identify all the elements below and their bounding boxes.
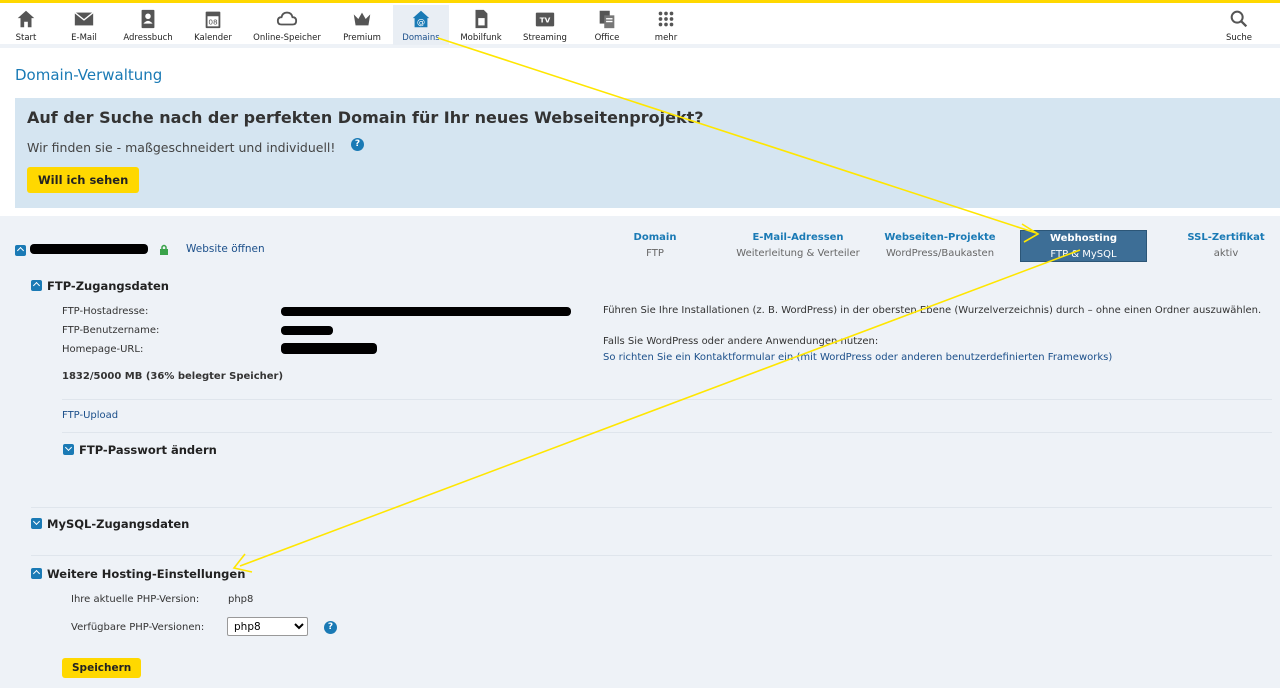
tab-webhosting[interactable]: Webhosting FTP & MySQL (1020, 230, 1147, 262)
tab-domain[interactable]: Domain FTP (615, 230, 695, 262)
calendar-icon: 08 (190, 8, 236, 32)
mail-icon (64, 8, 104, 32)
lock-icon (160, 244, 168, 255)
collapse-toggle-icon[interactable] (31, 280, 42, 291)
mysql-section-heading[interactable]: MySQL-Zugangsdaten (31, 517, 189, 531)
php-current-value: php8 (228, 594, 254, 605)
collapse-toggle-icon[interactable] (15, 245, 26, 256)
ftp-user-label: FTP-Benutzername: (62, 325, 160, 336)
nav-search[interactable]: Suche (1220, 5, 1258, 45)
domain-icon: @ (393, 8, 449, 32)
promo-subtext: Wir finden sie - maßgeschneidert und ind… (27, 140, 336, 155)
storage-usage: 1832/5000 MB (36% belegter Speicher) (62, 371, 284, 382)
promo-heading: Auf der Suche nach der perfekten Domain … (27, 108, 704, 127)
redacted-homepage-url (281, 343, 377, 354)
promo-button[interactable]: Will ich sehen (27, 167, 140, 193)
open-website-link[interactable]: Website öffnen (186, 243, 265, 255)
expand-toggle-icon[interactable] (31, 518, 42, 529)
ftp-info-text: Führen Sie Ihre Installationen (z. B. Wo… (603, 305, 1262, 316)
office-icon (588, 8, 626, 32)
simcard-icon (456, 8, 506, 32)
tab-website-projects[interactable]: Webseiten-Projekte WordPress/Baukasten (878, 230, 1002, 262)
help-icon[interactable]: ? (324, 621, 337, 634)
php-version-select[interactable]: php8 (227, 617, 308, 636)
nav-item-calendar[interactable]: 08 Kalender (190, 5, 236, 45)
nav-item-addressbook[interactable]: Adressbuch (120, 5, 176, 45)
redacted-ftp-user (281, 326, 333, 335)
nav-item-office[interactable]: Office (588, 5, 626, 45)
nav-item-mobile[interactable]: Mobilfunk (456, 5, 506, 45)
divider (31, 555, 1272, 556)
homepage-url-label: Homepage-URL: (62, 344, 144, 355)
ftp-info-text-2: Falls Sie WordPress oder andere Anwendun… (603, 336, 879, 347)
nav-item-more[interactable]: mehr (646, 5, 686, 45)
svg-text:08: 08 (208, 18, 218, 27)
search-icon (1220, 8, 1258, 32)
crown-icon (338, 8, 386, 32)
nav-item-streaming[interactable]: TV Streaming (518, 5, 572, 45)
svg-text:TV: TV (540, 16, 551, 25)
nav-item-email[interactable]: E-Mail (64, 5, 104, 45)
divider (31, 507, 1272, 508)
redacted-domain-name (30, 244, 148, 254)
grid-icon (646, 8, 686, 32)
cloud-icon (250, 8, 324, 32)
nav-item-cloud-storage[interactable]: Online-Speicher (250, 5, 324, 45)
tab-email-addresses[interactable]: E-Mail-Adressen Weiterleitung & Verteile… (732, 230, 864, 262)
svg-text:@: @ (417, 17, 425, 27)
help-icon[interactable]: ? (351, 138, 364, 151)
collapse-toggle-icon[interactable] (31, 568, 42, 579)
nav-item-premium[interactable]: Premium (338, 5, 386, 45)
nav-item-domains[interactable]: @ Domains (393, 5, 449, 45)
php-available-label: Verfügbare PHP-Versionen: (71, 622, 205, 633)
top-navigation: Start E-Mail Adressbuch 08 Kalender Onli… (0, 0, 1280, 45)
contact-form-help-link[interactable]: So richten Sie ein Kontaktformular ein (… (603, 352, 1112, 363)
ftp-host-label: FTP-Hostadresse: (62, 306, 149, 317)
addressbook-icon (120, 8, 176, 32)
hosting-settings-heading[interactable]: Weitere Hosting-Einstellungen (31, 567, 245, 581)
page-header: Domain-Verwaltung Auf der Suche nach der… (0, 48, 1280, 216)
ftp-upload-link[interactable]: FTP-Upload (62, 410, 118, 421)
promo-banner: Auf der Suche nach der perfekten Domain … (15, 98, 1280, 208)
home-icon (6, 8, 46, 32)
tab-ssl-certificate[interactable]: SSL-Zertifikat aktiv (1180, 230, 1272, 262)
tv-icon: TV (518, 8, 572, 32)
divider (62, 432, 1272, 433)
domain-row: Website öffnen Domain FTP E-Mail-Adresse… (0, 230, 1280, 266)
save-button[interactable]: Speichern (62, 658, 142, 678)
redacted-ftp-host (281, 307, 571, 316)
ftp-password-heading[interactable]: FTP-Passwort ändern (63, 443, 217, 457)
nav-item-start[interactable]: Start (6, 5, 46, 45)
ftp-section-heading[interactable]: FTP-Zugangsdaten (31, 279, 169, 293)
expand-toggle-icon[interactable] (63, 444, 74, 455)
page-title: Domain-Verwaltung (15, 66, 163, 84)
php-current-label: Ihre aktuelle PHP-Version: (71, 594, 200, 605)
divider (62, 399, 1272, 400)
